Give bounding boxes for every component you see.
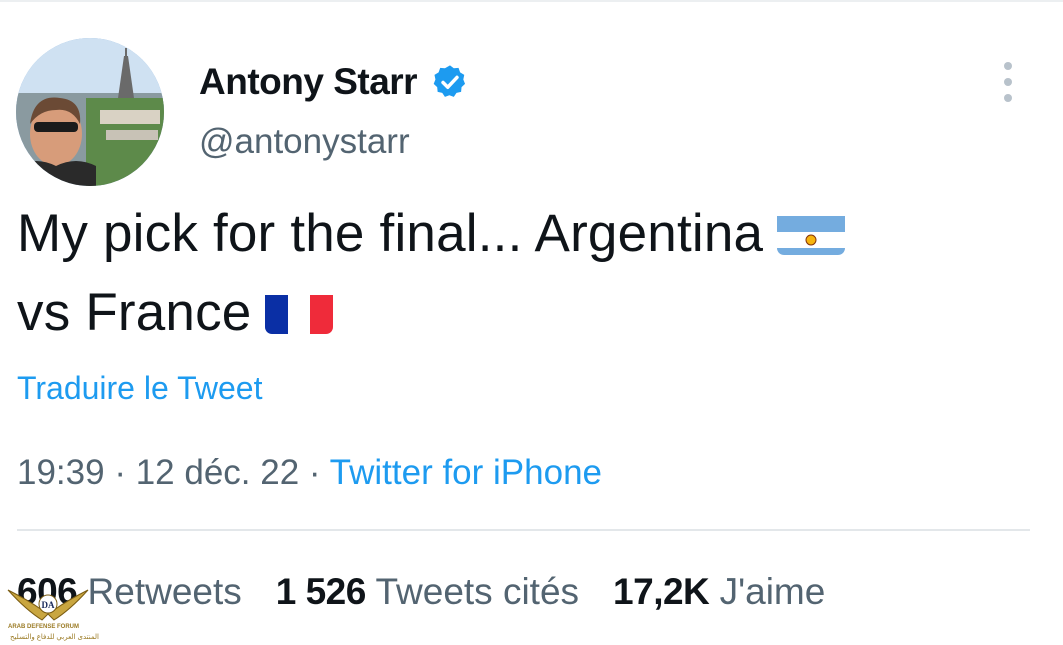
quotes-label: Tweets cités bbox=[375, 571, 580, 612]
author-display-name[interactable]: Antony Starr bbox=[199, 60, 418, 104]
retweets-label: Retweets bbox=[87, 571, 242, 612]
tweet-date[interactable]: 12 déc. 22 bbox=[136, 453, 299, 492]
likes-count: 17,2K bbox=[613, 571, 710, 612]
tweet-time[interactable]: 19:39 bbox=[17, 453, 105, 492]
top-divider bbox=[0, 0, 1063, 2]
watermark-logo-text: DA bbox=[42, 600, 55, 610]
france-flag-icon bbox=[265, 286, 334, 334]
watermark-text: ARAB DEFENSE FORUM bbox=[8, 624, 80, 630]
likes-stat[interactable]: 17,2K J'aime bbox=[613, 570, 825, 614]
meta-separator: · bbox=[299, 453, 330, 492]
author-display-name-row[interactable]: Antony Starr bbox=[199, 60, 469, 104]
tweet-text: My pick for the final... Argentina vs Fr… bbox=[17, 194, 1017, 352]
watermark-arabic-text: المنتدى العربي للدفاع والتسليح bbox=[10, 634, 99, 641]
tweet-source-link[interactable]: Twitter for iPhone bbox=[330, 453, 602, 492]
author-handle[interactable]: @antonystarr bbox=[199, 120, 410, 164]
tweet-text-line1: My pick for the final... Argentina bbox=[17, 204, 764, 263]
argentina-flag-icon bbox=[777, 207, 846, 255]
quotes-count: 1 526 bbox=[275, 571, 367, 612]
avatar[interactable] bbox=[16, 38, 164, 186]
stats-divider bbox=[17, 529, 1030, 531]
meta-separator: · bbox=[104, 453, 136, 492]
quotes-stat[interactable]: 1 526 Tweets cités bbox=[276, 570, 579, 614]
tweet-stats: 606 Retweets 1 526 Tweets cités 17,2K J'… bbox=[17, 570, 825, 614]
verified-badge-icon bbox=[431, 63, 469, 101]
tweet-meta: 19:39 · 12 déc. 22 · Twitter for iPhone bbox=[17, 451, 602, 495]
tweet-text-line2: vs France bbox=[17, 283, 252, 342]
likes-label: J'aime bbox=[719, 571, 826, 612]
more-options-icon[interactable] bbox=[996, 62, 1020, 102]
translate-tweet-link[interactable]: Traduire le Tweet bbox=[17, 368, 262, 408]
